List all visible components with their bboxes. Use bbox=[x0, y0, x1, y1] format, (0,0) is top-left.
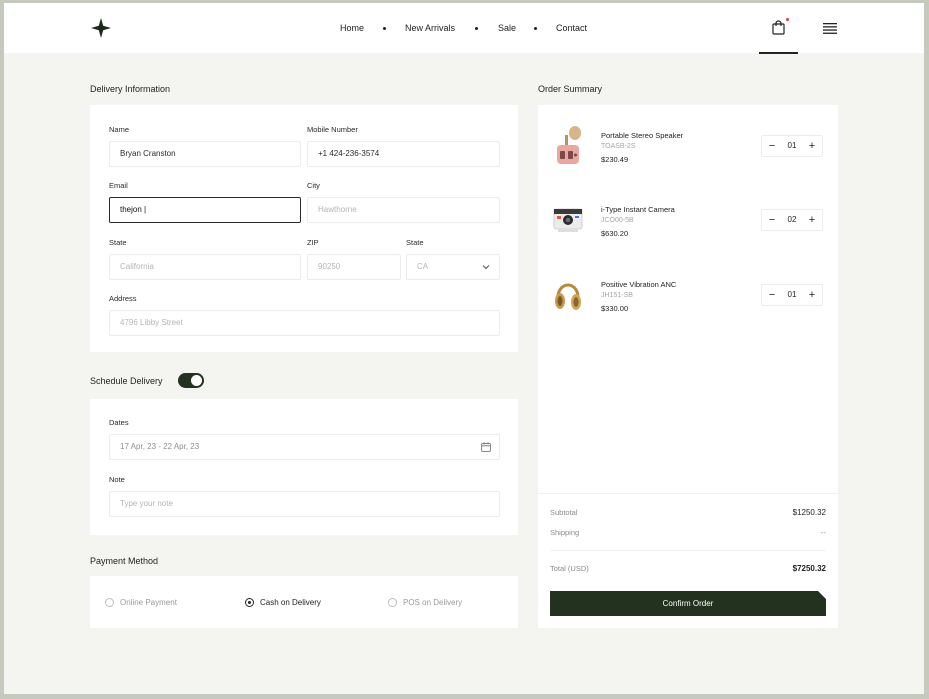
delivery-info-card: Name Bryan Cranston Mobile Number +1 424… bbox=[90, 105, 518, 352]
item-price: $230.49 bbox=[601, 155, 629, 164]
top-navigation-bar: Home New Arrivals Sale Contact bbox=[4, 3, 924, 54]
stereo-speaker-image bbox=[557, 126, 581, 164]
subtotal-value: $1250.32 bbox=[792, 508, 826, 517]
plus-icon[interactable]: + bbox=[802, 285, 822, 305]
item-sku: TOASB-2S bbox=[601, 143, 636, 150]
dates-field[interactable]: 17 Apr, 23 - 22 Apr, 23 bbox=[109, 434, 500, 460]
name-label: Name bbox=[109, 125, 130, 134]
hamburger-menu-icon[interactable] bbox=[823, 23, 837, 34]
quantity-value: 01 bbox=[787, 141, 797, 150]
shipping-label: Shipping bbox=[550, 528, 580, 537]
quantity-stepper[interactable]: − 01 + bbox=[761, 284, 823, 306]
subtotal-label: Subtotal bbox=[550, 508, 578, 517]
item-price: $630.20 bbox=[601, 229, 629, 238]
address-label: Address bbox=[109, 294, 137, 303]
confirm-order-button[interactable]: Confirm Order bbox=[550, 591, 826, 616]
item-name: Positive Vibration ANC bbox=[601, 280, 677, 289]
total-label: Total (USD) bbox=[550, 564, 589, 573]
mobile-number-field[interactable]: +1 424-236-3574 bbox=[307, 141, 500, 167]
nav-home-link[interactable]: Home bbox=[340, 23, 364, 33]
dates-label: Dates bbox=[109, 418, 129, 427]
name-field[interactable]: Bryan Cranston bbox=[109, 141, 301, 167]
confirm-order-label: Confirm Order bbox=[662, 599, 714, 608]
item-name: i-Type Instant Camera bbox=[601, 205, 675, 214]
payment-method-card: Online Payment Cash on Delivery POS on D… bbox=[90, 576, 518, 628]
online-payment-label[interactable]: Online Payment bbox=[120, 598, 177, 607]
nav-contact-link[interactable]: Contact bbox=[556, 23, 587, 33]
nav-separator-dot bbox=[383, 27, 386, 30]
order-summary-title: Order Summary bbox=[538, 84, 603, 94]
zip-label: ZIP bbox=[307, 238, 319, 247]
item-sku: JCO00-5B bbox=[601, 217, 634, 224]
toggle-knob bbox=[191, 375, 202, 386]
note-field[interactable]: Type your note bbox=[109, 491, 500, 517]
state-label: State bbox=[109, 238, 127, 247]
quantity-stepper[interactable]: − 01 + bbox=[761, 135, 823, 157]
nav-separator-dot bbox=[475, 27, 478, 30]
calendar-icon[interactable] bbox=[481, 442, 491, 452]
zip-field[interactable]: 90250 bbox=[307, 254, 401, 280]
checkout-page: Home New Arrivals Sale Contact Delivery … bbox=[4, 3, 924, 694]
total-divider bbox=[550, 550, 826, 551]
cash-on-delivery-radio[interactable] bbox=[245, 598, 254, 607]
cart-active-underline bbox=[759, 52, 798, 54]
online-payment-radio[interactable] bbox=[105, 598, 114, 607]
city-field[interactable]: Hawthorne bbox=[307, 197, 500, 223]
email-field[interactable]: thejon | bbox=[109, 197, 301, 223]
shipping-value: -- bbox=[820, 528, 826, 537]
dates-value: 17 Apr, 23 - 22 Apr, 23 bbox=[120, 442, 200, 451]
instant-camera-image bbox=[553, 208, 583, 232]
quantity-stepper[interactable]: − 02 + bbox=[761, 209, 823, 231]
minus-icon[interactable]: − bbox=[762, 285, 782, 305]
schedule-delivery-title: Schedule Delivery bbox=[90, 376, 163, 386]
item-price: $330.00 bbox=[601, 304, 629, 313]
nav-separator-dot bbox=[534, 27, 537, 30]
cart-notification-dot bbox=[786, 18, 789, 21]
total-value: $7250.32 bbox=[792, 564, 826, 573]
minus-icon[interactable]: − bbox=[762, 210, 782, 230]
address-field[interactable]: 4796 Libby Street bbox=[109, 310, 500, 336]
summary-divider bbox=[538, 493, 838, 494]
state-code-select[interactable]: CA bbox=[406, 254, 500, 280]
button-corner-accent bbox=[818, 591, 826, 599]
pos-on-delivery-radio[interactable] bbox=[388, 598, 397, 607]
state-field[interactable]: California bbox=[109, 254, 301, 280]
mobile-label: Mobile Number bbox=[307, 125, 358, 134]
headphones-image bbox=[555, 283, 581, 310]
shopping-bag-icon[interactable] bbox=[772, 20, 785, 35]
plus-icon[interactable]: + bbox=[802, 210, 822, 230]
minus-icon[interactable]: − bbox=[762, 136, 782, 156]
item-sku: JH151-SB bbox=[601, 292, 633, 299]
nav-new-arrivals-link[interactable]: New Arrivals bbox=[405, 23, 455, 33]
state-code-label: State bbox=[406, 238, 424, 247]
nav-sale-link[interactable]: Sale bbox=[498, 23, 516, 33]
state-code-value: CA bbox=[417, 262, 429, 271]
quantity-value: 02 bbox=[787, 215, 797, 224]
payment-method-title: Payment Method bbox=[90, 556, 159, 566]
delivery-info-title: Delivery Information bbox=[90, 84, 171, 94]
four-point-star-icon[interactable] bbox=[91, 18, 111, 38]
schedule-delivery-card: Dates 17 Apr, 23 - 22 Apr, 23 Note Type … bbox=[90, 399, 518, 535]
item-name: Portable Stereo Speaker bbox=[601, 131, 684, 140]
quantity-value: 01 bbox=[787, 290, 797, 299]
chevron-down-icon bbox=[482, 265, 490, 270]
plus-icon[interactable]: + bbox=[802, 136, 822, 156]
city-label: City bbox=[307, 181, 320, 190]
cash-on-delivery-label[interactable]: Cash on Delivery bbox=[260, 598, 321, 607]
email-label: Email bbox=[109, 181, 128, 190]
pos-on-delivery-label[interactable]: POS on Delivery bbox=[403, 598, 462, 607]
note-label: Note bbox=[109, 475, 125, 484]
schedule-delivery-toggle[interactable] bbox=[178, 373, 204, 388]
